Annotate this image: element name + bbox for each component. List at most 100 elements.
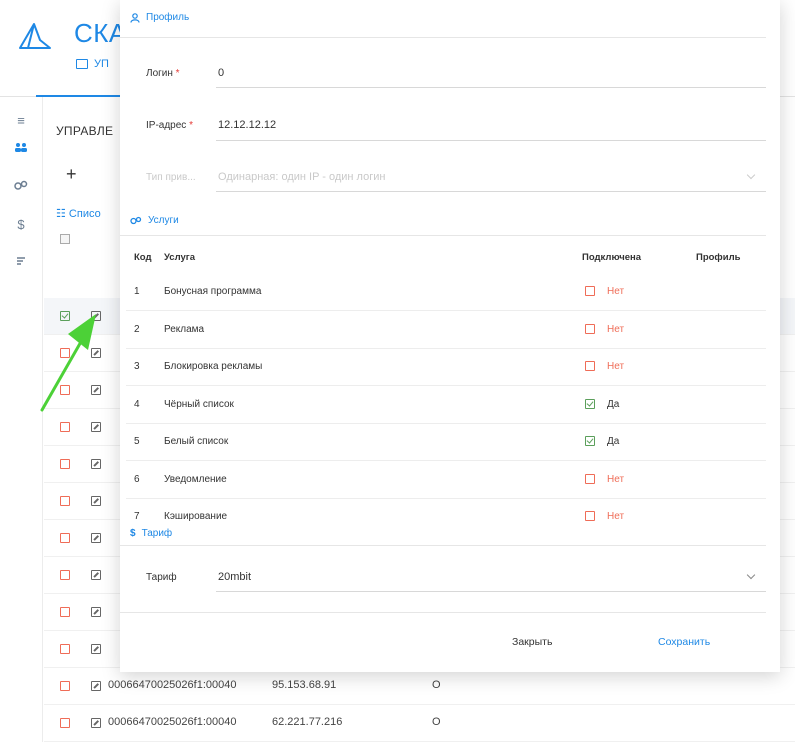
service-code: 1 xyxy=(134,286,140,297)
active-tab-indicator xyxy=(36,95,132,97)
tariff-icon[interactable] xyxy=(0,245,42,275)
login-label: Логин * xyxy=(146,68,180,79)
service-connected-checkbox[interactable] xyxy=(585,286,595,296)
row-checkbox[interactable] xyxy=(60,533,70,543)
edit-icon[interactable] xyxy=(91,718,101,728)
section-title: УПРАВЛЕ xyxy=(56,124,114,138)
chevron-down-icon xyxy=(746,170,756,180)
users-icon[interactable] xyxy=(0,133,42,163)
table-row[interactable]: 00066470025026f1:00040 62.221.77.216 O xyxy=(44,705,795,742)
edit-icon[interactable] xyxy=(91,681,101,691)
service-code: 5 xyxy=(134,436,140,447)
cell-ip: 62.221.77.216 xyxy=(272,716,343,728)
service-row: 4 Чёрный список Да xyxy=(126,386,766,424)
edit-icon[interactable] xyxy=(91,607,101,617)
row-checkbox[interactable] xyxy=(60,496,70,506)
service-row: 6 Уведомление Нет xyxy=(126,461,766,499)
annotation-arrow-icon xyxy=(40,314,96,412)
service-connected-checkbox[interactable] xyxy=(585,361,595,371)
user-icon xyxy=(130,12,140,23)
row-checkbox[interactable] xyxy=(60,422,70,432)
row-checkbox[interactable] xyxy=(60,681,70,691)
app-logo-icon xyxy=(19,23,51,49)
close-button[interactable]: Закрыть xyxy=(512,636,552,648)
row-checkbox[interactable] xyxy=(60,644,70,654)
dollar-icon[interactable]: $ xyxy=(0,209,42,239)
binding-type-select[interactable]: Одинарная: один IP - один логин xyxy=(218,171,385,183)
tariff-underline xyxy=(216,591,766,592)
cell-status: O xyxy=(432,716,441,728)
row-checkbox[interactable] xyxy=(60,459,70,469)
select-all-checkbox[interactable] xyxy=(60,234,70,244)
divider xyxy=(120,235,766,236)
dollar-icon: $ xyxy=(130,528,136,539)
tariff-section-title: Тариф xyxy=(141,528,173,539)
login-field[interactable]: 0 xyxy=(218,67,224,79)
service-connected-checkbox[interactable] xyxy=(585,436,595,446)
service-name: Реклама xyxy=(164,323,205,335)
ip-field[interactable]: 12.12.12.12 xyxy=(218,119,276,131)
service-name: Уведомление xyxy=(164,473,227,485)
service-status: Нет xyxy=(607,473,625,485)
app-title: СКА xyxy=(74,18,127,48)
subnav-tab[interactable]: УП xyxy=(76,58,109,70)
ip-label: IP-адрес * xyxy=(146,120,193,131)
service-code: 3 xyxy=(134,361,140,372)
ip-underline xyxy=(216,140,766,141)
services-icon xyxy=(130,216,142,224)
table-row[interactable]: 00066470025026f1:00040 95.153.68.91 O xyxy=(44,668,795,705)
profile-section-header: Профиль xyxy=(130,12,189,23)
service-status: Да xyxy=(607,398,620,410)
cell-status: O xyxy=(432,679,441,691)
services-icon[interactable] xyxy=(0,171,42,201)
row-checkbox[interactable] xyxy=(60,607,70,617)
divider xyxy=(120,37,766,38)
edit-icon[interactable] xyxy=(91,422,101,432)
cell-id: 00066470025026f1:00040 xyxy=(108,679,237,691)
divider xyxy=(120,545,766,546)
service-status: Нет xyxy=(607,286,625,297)
table-icon xyxy=(76,59,88,69)
column-header-connected: Подключена xyxy=(582,252,642,263)
services-section-header: Услуги xyxy=(130,215,179,226)
service-name: Белый список xyxy=(164,436,229,447)
column-header-code: Код xyxy=(134,252,152,263)
row-checkbox[interactable] xyxy=(60,570,70,580)
service-name: Чёрный список xyxy=(164,398,234,410)
edit-icon[interactable] xyxy=(91,496,101,506)
service-name: Бонусная программа xyxy=(164,286,262,297)
service-connected-checkbox[interactable] xyxy=(585,323,595,334)
row-checkbox[interactable] xyxy=(60,718,70,728)
service-code: 6 xyxy=(134,473,140,485)
login-underline xyxy=(216,87,766,88)
list-label[interactable]: ☷ Списо xyxy=(56,207,101,220)
save-button[interactable]: Сохранить xyxy=(658,636,710,648)
tariff-section-header: $ Тариф xyxy=(130,528,172,539)
profile-section-title: Профиль xyxy=(146,12,190,23)
service-row: 7 Кэширование Нет xyxy=(126,498,766,526)
add-button[interactable]: + xyxy=(66,164,77,185)
service-connected-checkbox[interactable] xyxy=(585,398,595,409)
edit-icon[interactable] xyxy=(91,533,101,543)
service-row: 2 Реклама Нет xyxy=(126,311,766,349)
column-header-profile: Профиль xyxy=(696,252,741,263)
service-row: 1 Бонусная программа Нет xyxy=(126,273,766,311)
service-connected-checkbox[interactable] xyxy=(585,473,595,484)
binding-type-label: Тип прив... xyxy=(146,172,196,183)
menu-icon[interactable]: ≡ xyxy=(0,105,42,135)
tariff-select[interactable]: 20mbit xyxy=(218,571,251,583)
edit-icon[interactable] xyxy=(91,644,101,654)
service-status: Нет xyxy=(607,323,625,335)
service-code: 2 xyxy=(134,323,140,335)
profile-dialog: Профиль Логин * 0 IP-адрес * 12.12.12.12… xyxy=(120,0,780,672)
divider xyxy=(120,612,766,613)
service-connected-checkbox[interactable] xyxy=(585,511,595,521)
subnav-tab-label: УП xyxy=(94,58,109,70)
service-code: 7 xyxy=(134,511,140,522)
binding-type-underline xyxy=(216,191,766,192)
edit-icon[interactable] xyxy=(91,570,101,580)
side-rail: ≡ $ xyxy=(0,97,43,742)
cell-id: 00066470025026f1:00040 xyxy=(108,716,237,728)
edit-icon[interactable] xyxy=(91,459,101,469)
service-row: 3 Блокировка рекламы Нет xyxy=(126,348,766,386)
